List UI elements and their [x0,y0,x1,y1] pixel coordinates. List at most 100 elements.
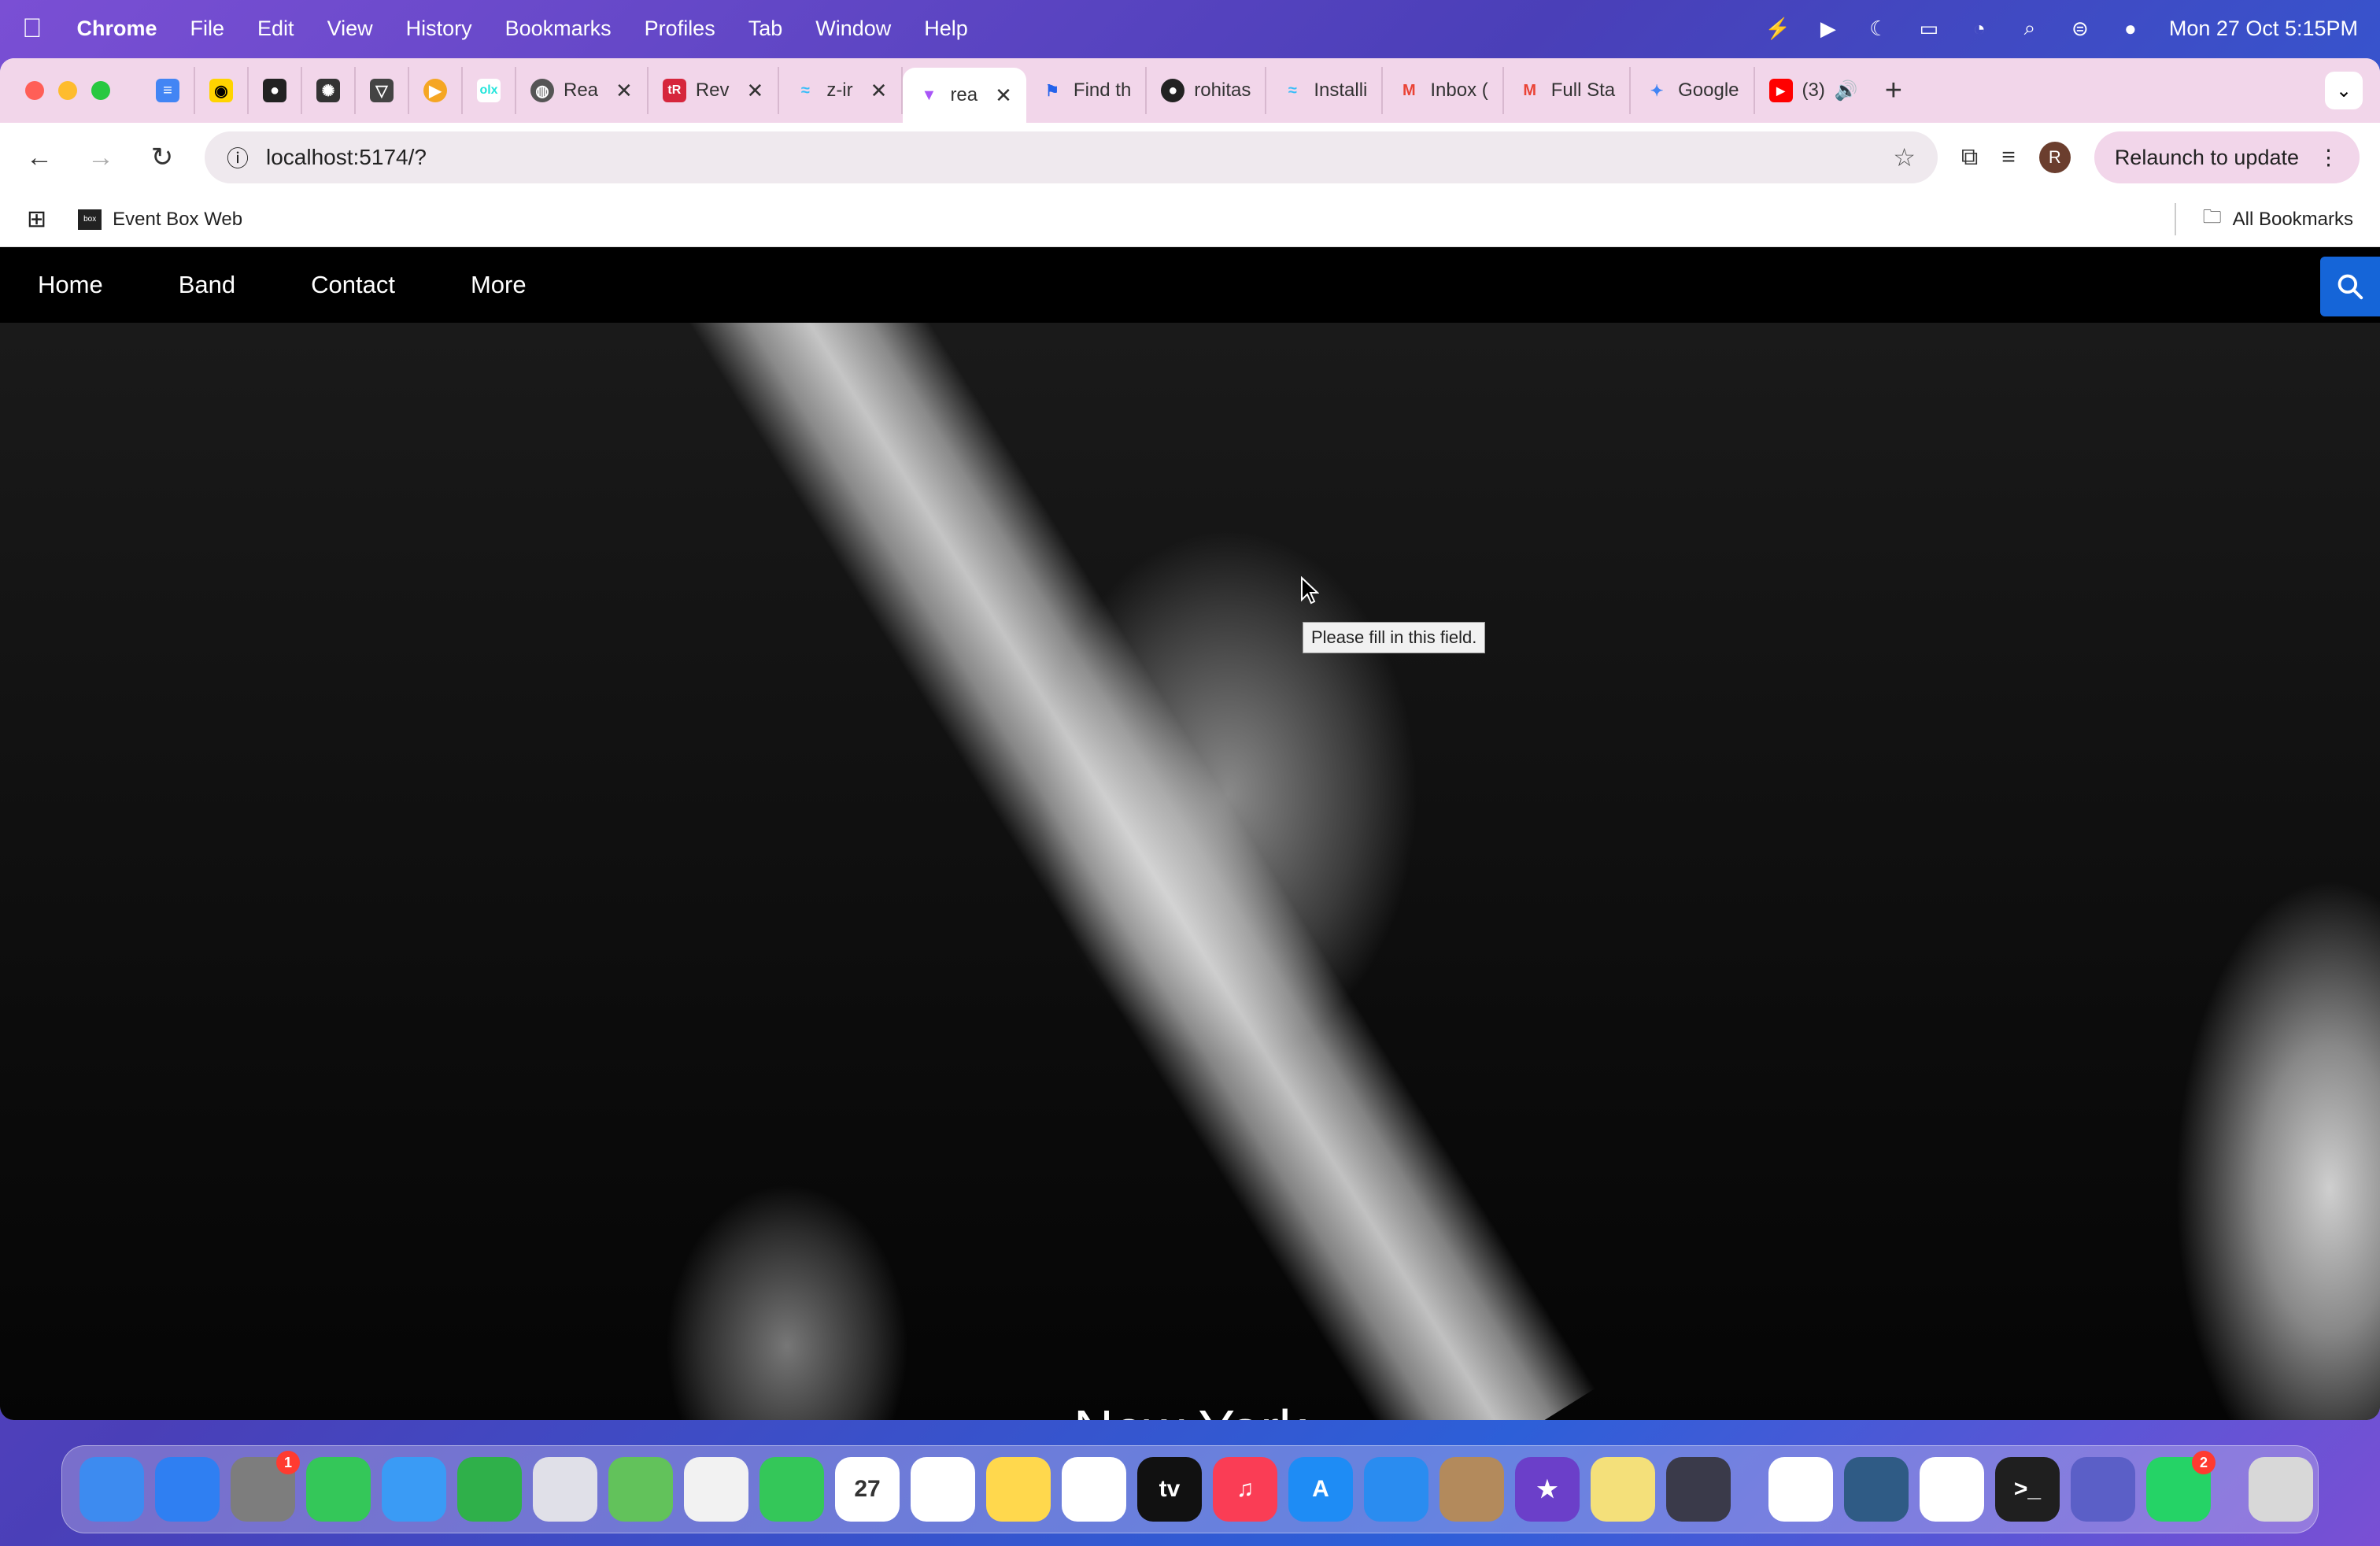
relaunch-button[interactable]: Relaunch to update ⋮ [2094,131,2360,183]
maximize-window-button[interactable] [91,81,110,100]
reminders-icon[interactable] [911,1457,975,1522]
app-store-icon[interactable]: A [1288,1457,1353,1522]
calendar-icon[interactable]: 27 [835,1457,900,1522]
more-menu-icon[interactable]: ⋮ [2318,146,2339,170]
trash-icon[interactable] [2249,1457,2313,1522]
facetime-icon[interactable] [759,1457,824,1522]
music-icon[interactable]: ♫ [1213,1457,1277,1522]
spotlight-search-icon[interactable]: ⌕ [2018,16,2042,40]
tv-icon[interactable]: tv [1137,1457,1202,1522]
all-bookmarks-button[interactable]: 🗀 All Bookmarks [2174,203,2353,235]
tab-rea-1[interactable]: ◍ Rea ✕ [516,67,649,114]
tab-youtube[interactable]: ▶ (3) 🔊 [1755,67,1872,114]
battery-icon[interactable]: ▭ [1917,17,1941,40]
tab-google[interactable]: ✦ Google [1631,67,1755,114]
menu-help[interactable]: Help [924,17,968,41]
tab-find[interactable]: ⚑ Find th [1026,67,1148,114]
tab-olx[interactable]: olx [463,67,516,114]
menu-app-name[interactable]: Chrome [77,17,157,41]
mail-icon[interactable] [382,1457,446,1522]
menu-file[interactable]: File [190,17,225,41]
messages-icon[interactable] [306,1457,371,1522]
system-settings-icon[interactable]: 1 [231,1451,300,1522]
tab-z-index[interactable]: ≈ z-ir ✕ [779,67,904,114]
keynote-icon[interactable] [1364,1457,1428,1522]
nav-contact[interactable]: Contact [311,271,395,299]
control-center-icon[interactable]: ⊜ [2068,17,2092,40]
site-search-button[interactable] [2320,257,2380,316]
maps-icon[interactable] [608,1457,673,1522]
new-tab-button[interactable]: + [1885,74,1902,108]
tab-lens[interactable]: ◉ [195,67,249,114]
address-bar[interactable]: ⓘ localhost:5174/? ☆ [205,131,1938,183]
quicktime-icon[interactable] [1666,1457,1731,1522]
safari-icon[interactable] [155,1457,220,1522]
close-icon[interactable]: ✕ [995,83,1012,108]
whatsapp-icon[interactable]: 2 [2146,1451,2216,1522]
clock[interactable]: Mon 27 Oct 5:15PM [2169,17,2358,41]
photos-icon[interactable] [684,1457,748,1522]
menu-edit[interactable]: Edit [257,17,294,41]
stickies-icon[interactable] [1591,1457,1655,1522]
nav-home[interactable]: Home [38,271,103,299]
chrome-icon[interactable] [1768,1457,1833,1522]
apps-grid-icon[interactable]: ⊞ [27,205,46,233]
launchpad-icon[interactable] [533,1457,597,1522]
bookmark-star-icon[interactable]: ☆ [1893,142,1916,172]
contacts-icon[interactable] [1439,1457,1504,1522]
notes-icon[interactable] [986,1457,1051,1522]
close-window-button[interactable] [25,81,44,100]
tab-strip: ≡ ◉ ● ✺ ▽ ▶ olx ◍ Rea ✕ tR Rev ✕ ≈ z-ir ✕ ▼ rea… [0,58,2380,123]
menu-bookmarks[interactable]: Bookmarks [505,17,612,41]
forward-button[interactable]: → [82,142,120,173]
extensions-icon[interactable]: ⧉ [1961,144,1978,171]
tab-docs[interactable]: ≡ [142,67,195,114]
url-text[interactable]: localhost:5174/? [266,145,427,170]
tab-rev[interactable]: tR Rev ✕ [649,67,780,114]
terminal-icon[interactable]: >_ [1995,1457,2060,1522]
menu-view[interactable]: View [327,17,373,41]
siri-icon[interactable]: ● [2119,17,2142,40]
bookmark-event-box-web[interactable]: box Event Box Web [78,209,242,231]
tab-inbox[interactable]: M Inbox ( [1383,67,1504,114]
tab-openai[interactable]: ✺ [302,67,356,114]
numbers-icon[interactable] [457,1457,522,1522]
reload-button[interactable]: ↻ [143,142,181,173]
focus-moon-icon[interactable]: ☾ [1867,17,1890,40]
tab-installing[interactable]: ≈ Installi [1266,67,1384,114]
tab-vercel[interactable]: ▽ [356,67,409,114]
menu-tab[interactable]: Tab [748,17,783,41]
tab-player[interactable]: ▶ [409,67,463,114]
search-icon [2338,274,2363,300]
tab-search-button[interactable]: ⌄ [2325,72,2363,109]
close-icon[interactable]: ✕ [615,79,633,103]
media-controls-icon[interactable]: ≡ [2001,144,2016,171]
close-icon[interactable]: ✕ [870,79,888,103]
menu-profiles[interactable]: Profiles [645,17,715,41]
minimize-window-button[interactable] [58,81,77,100]
nav-more[interactable]: More [471,271,527,299]
tab-github[interactable]: ● [249,67,302,114]
bolt-off-icon[interactable]: ⚡ [1765,17,1791,40]
wifi-icon[interactable]: ◔ [1968,17,1991,40]
nav-band[interactable]: Band [179,271,235,299]
imovie-icon[interactable]: ★ [1515,1457,1580,1522]
site-info-icon[interactable]: ⓘ [227,142,249,173]
tab-rohitas[interactable]: ● rohitas [1147,67,1267,114]
finder-icon[interactable] [79,1457,144,1522]
menu-window[interactable]: Window [815,17,891,41]
github-icon: ● [263,79,286,102]
profile-avatar[interactable]: R [2038,142,2071,173]
apple-icon[interactable]:  [22,13,42,44]
speaker-icon[interactable]: 🔊 [1835,80,1858,102]
menu-history[interactable]: History [406,17,472,41]
tab-active-rea[interactable]: ▼ rea ✕ [903,68,1026,123]
tab-full-stack[interactable]: M Full Sta [1504,67,1632,114]
media-play-icon[interactable]: ▶ [1816,17,1840,40]
close-icon[interactable]: ✕ [747,79,764,103]
freeform-icon[interactable] [1062,1457,1126,1522]
back-button[interactable]: ← [20,142,58,173]
vscode-icon[interactable] [1920,1457,1984,1522]
mysql-workbench-icon[interactable] [1844,1457,1909,1522]
teams-icon[interactable] [2071,1457,2135,1522]
